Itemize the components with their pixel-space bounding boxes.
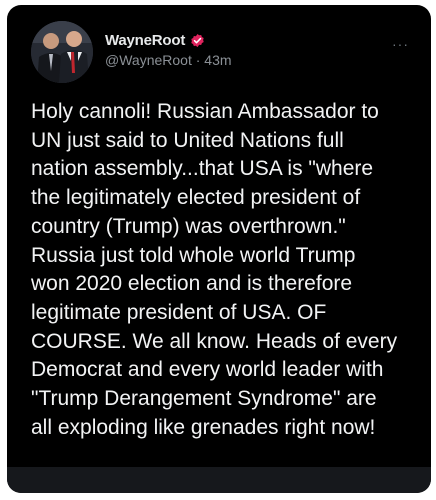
tweet-text-line: "Trump Derangement Syndrome" are xyxy=(31,387,377,411)
tweet-header: WayneRoot @WayneRoot · 43m ··· xyxy=(31,21,417,83)
handle[interactable]: @WayneRoot xyxy=(105,52,192,68)
tweet-text-line: won 2020 election and is therefore xyxy=(31,272,353,296)
name-row: WayneRoot xyxy=(105,30,232,50)
tweet-text-line: COURSE. We all know. Heads of every xyxy=(31,329,398,353)
tweet-text-line: country (Trump) was overthrown." xyxy=(31,214,346,238)
tweet-text-line: nation assembly...that USA is "where xyxy=(31,157,374,181)
verified-badge-icon xyxy=(190,33,205,48)
tweet-card[interactable]: WayneRoot @WayneRoot · 43m ··· Holy cann… xyxy=(7,5,431,493)
avatar-photo-icon xyxy=(31,21,93,83)
timestamp[interactable]: 43m xyxy=(204,52,231,68)
tweet-text-line: Holy cannoli! Russian Ambassador to xyxy=(31,100,379,123)
author-info: WayneRoot @WayneRoot · 43m xyxy=(105,30,232,69)
tweet-text-line: Russia just told whole world Trump xyxy=(31,243,356,267)
meta-row: @WayneRoot · 43m xyxy=(105,52,232,68)
time-separator: · xyxy=(195,52,201,68)
tweet-text-line: Democrat and every world leader with xyxy=(31,358,384,382)
avatar[interactable] xyxy=(31,21,93,83)
tweet-text-line: legitimate president of USA. OF xyxy=(31,300,327,324)
tweet-text-line: the legitimately elected president of xyxy=(31,186,361,210)
tweet-text: Holy cannoli! Russian Ambassador to UN j… xyxy=(31,98,416,442)
tweet-text-line: UN just said to United Nations full xyxy=(31,128,344,152)
tweet-text-line: all exploding like grenades right now! xyxy=(31,415,376,439)
more-options-icon[interactable]: ··· xyxy=(392,36,409,52)
display-name[interactable]: WayneRoot xyxy=(105,32,185,49)
tweet-footer-divider xyxy=(7,467,431,493)
